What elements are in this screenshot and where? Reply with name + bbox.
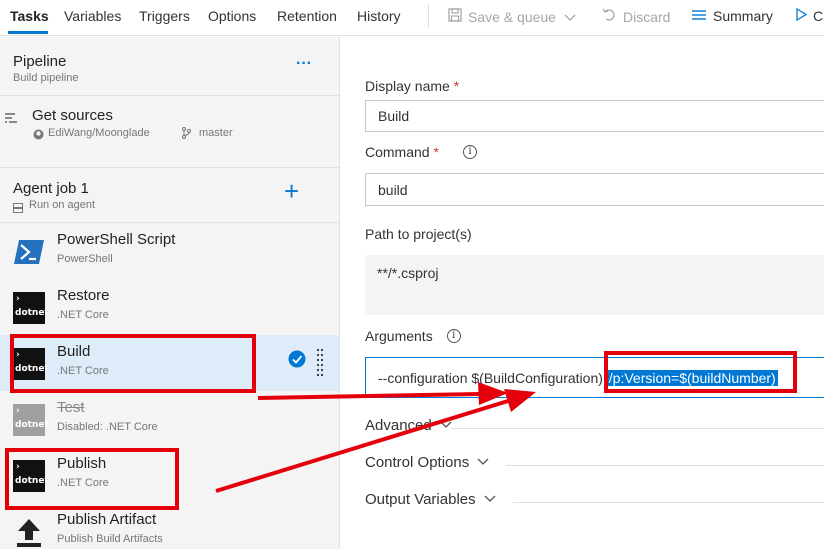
task-subtitle: .NET Core <box>57 365 109 377</box>
task-subtitle: .NET Core <box>57 309 109 321</box>
checkmark-icon[interactable] <box>288 350 306 373</box>
command-field[interactable]: build <box>365 173 824 206</box>
pipeline-header[interactable]: Pipeline Build pipeline ··· <box>0 37 339 95</box>
undo-icon <box>601 8 617 25</box>
tab-tasks[interactable]: Tasks <box>10 8 49 24</box>
list-icon <box>691 8 707 24</box>
display-name-label: Display name * <box>365 78 460 94</box>
play-icon <box>796 7 808 24</box>
tab-retention[interactable]: Retention <box>277 8 337 24</box>
server-icon <box>13 200 23 218</box>
path-field[interactable]: **/*.csproj <box>365 255 824 315</box>
task-subtitle: Disabled: .NET Core <box>57 421 158 433</box>
chevron-down-icon <box>477 457 489 469</box>
more-options-icon[interactable]: ··· <box>296 55 312 73</box>
agent-job-subtitle: Run on agent <box>29 199 96 211</box>
top-toolbar: Tasks Variables Triggers Options Retenti… <box>0 0 824 36</box>
pipeline-subtitle: Build pipeline <box>13 72 79 84</box>
queue-button[interactable]: C <box>796 7 824 24</box>
discard-button[interactable]: Discard <box>601 8 670 25</box>
sources-icon <box>3 111 19 132</box>
task-title: Test <box>57 399 85 416</box>
task-title: Build <box>57 343 91 360</box>
repo-name: EdiWang/Moonglade <box>48 127 150 139</box>
branch-icon <box>182 126 191 144</box>
dotnet-icon: › dotnet <box>13 404 49 436</box>
dotnet-icon: › dotnet <box>13 348 49 380</box>
task-item[interactable]: PowerShell Script PowerShell <box>0 223 339 279</box>
command-label: Command * i <box>365 144 477 160</box>
output-variables-section[interactable]: Output Variables <box>365 491 496 508</box>
arguments-label: Arguments i <box>365 328 461 344</box>
task-title: Publish Artifact <box>57 511 157 528</box>
task-subtitle: .NET Core <box>57 477 109 489</box>
tab-triggers[interactable]: Triggers <box>139 8 190 24</box>
drag-handle-icon[interactable] <box>316 347 324 382</box>
task-subtitle: Publish Build Artifacts <box>57 533 163 545</box>
task-item[interactable]: › dotnet Restore .NET Core <box>0 279 339 335</box>
discard-label: Discard <box>623 8 671 25</box>
tab-variables[interactable]: Variables <box>64 8 121 24</box>
powershell-icon <box>13 236 45 268</box>
dotnet-icon: › dotnet <box>13 292 49 324</box>
tasks-panel: Pipeline Build pipeline ··· Get sources … <box>0 37 340 549</box>
task-title: Restore <box>57 287 110 304</box>
toolbar-separator <box>428 4 429 28</box>
task-item-disabled[interactable]: › dotnet Test Disabled: .NET Core <box>0 391 339 447</box>
task-subtitle: PowerShell <box>57 253 113 265</box>
chevron-down-icon <box>484 494 496 506</box>
agent-job-title: Agent job 1 <box>13 180 89 197</box>
task-item-selected[interactable]: › dotnet Build .NET Core <box>0 335 339 391</box>
get-sources-item[interactable]: Get sources EdiWang/Moonglade master <box>0 96 339 146</box>
task-item[interactable]: › dotnet Publish .NET Core <box>0 447 339 503</box>
arguments-text: --configuration $(BuildConfiguration) <box>378 369 607 386</box>
dotnet-icon: › dotnet <box>13 460 49 492</box>
path-label: Path to project(s) <box>365 226 472 242</box>
arguments-selected-text: /p:Version=$(buildNumber) <box>606 369 778 386</box>
info-icon[interactable]: i <box>446 329 461 343</box>
display-name-field[interactable]: Build <box>365 100 824 132</box>
arguments-field[interactable]: --configuration $(BuildConfiguration) /p… <box>365 357 824 398</box>
summary-button[interactable]: Summary <box>691 8 773 24</box>
control-options-section[interactable]: Control Options <box>365 454 489 471</box>
info-icon[interactable]: i <box>462 145 477 159</box>
divider <box>506 465 824 466</box>
tab-history[interactable]: History <box>357 8 401 24</box>
task-title: Publish <box>57 455 107 472</box>
task-details-panel: Display name * Build Command * i build P… <box>341 37 824 549</box>
pipeline-title: Pipeline <box>13 53 67 70</box>
advanced-section[interactable]: Advanced <box>365 417 452 434</box>
save-queue-label: Save & queue <box>468 8 556 25</box>
branch-name: master <box>199 127 233 139</box>
task-title: PowerShell Script <box>57 231 176 248</box>
save-queue-button[interactable]: Save & queue <box>448 8 576 25</box>
summary-label: Summary <box>713 8 773 24</box>
chevron-down-icon <box>564 9 576 25</box>
divider <box>513 502 824 503</box>
chevron-down-icon <box>440 420 452 432</box>
get-sources-title: Get sources <box>32 107 113 124</box>
agent-job-item[interactable]: Agent job 1 Run on agent + <box>0 168 339 222</box>
divider <box>451 428 824 429</box>
tab-options[interactable]: Options <box>208 8 256 24</box>
github-icon <box>33 127 44 145</box>
upload-icon <box>13 516 45 548</box>
queue-label: C <box>813 8 824 24</box>
save-icon <box>448 8 462 25</box>
active-tab-indicator <box>8 31 48 34</box>
task-item[interactable]: Publish Artifact Publish Build Artifacts <box>0 503 339 549</box>
add-task-button[interactable]: + <box>284 176 299 207</box>
